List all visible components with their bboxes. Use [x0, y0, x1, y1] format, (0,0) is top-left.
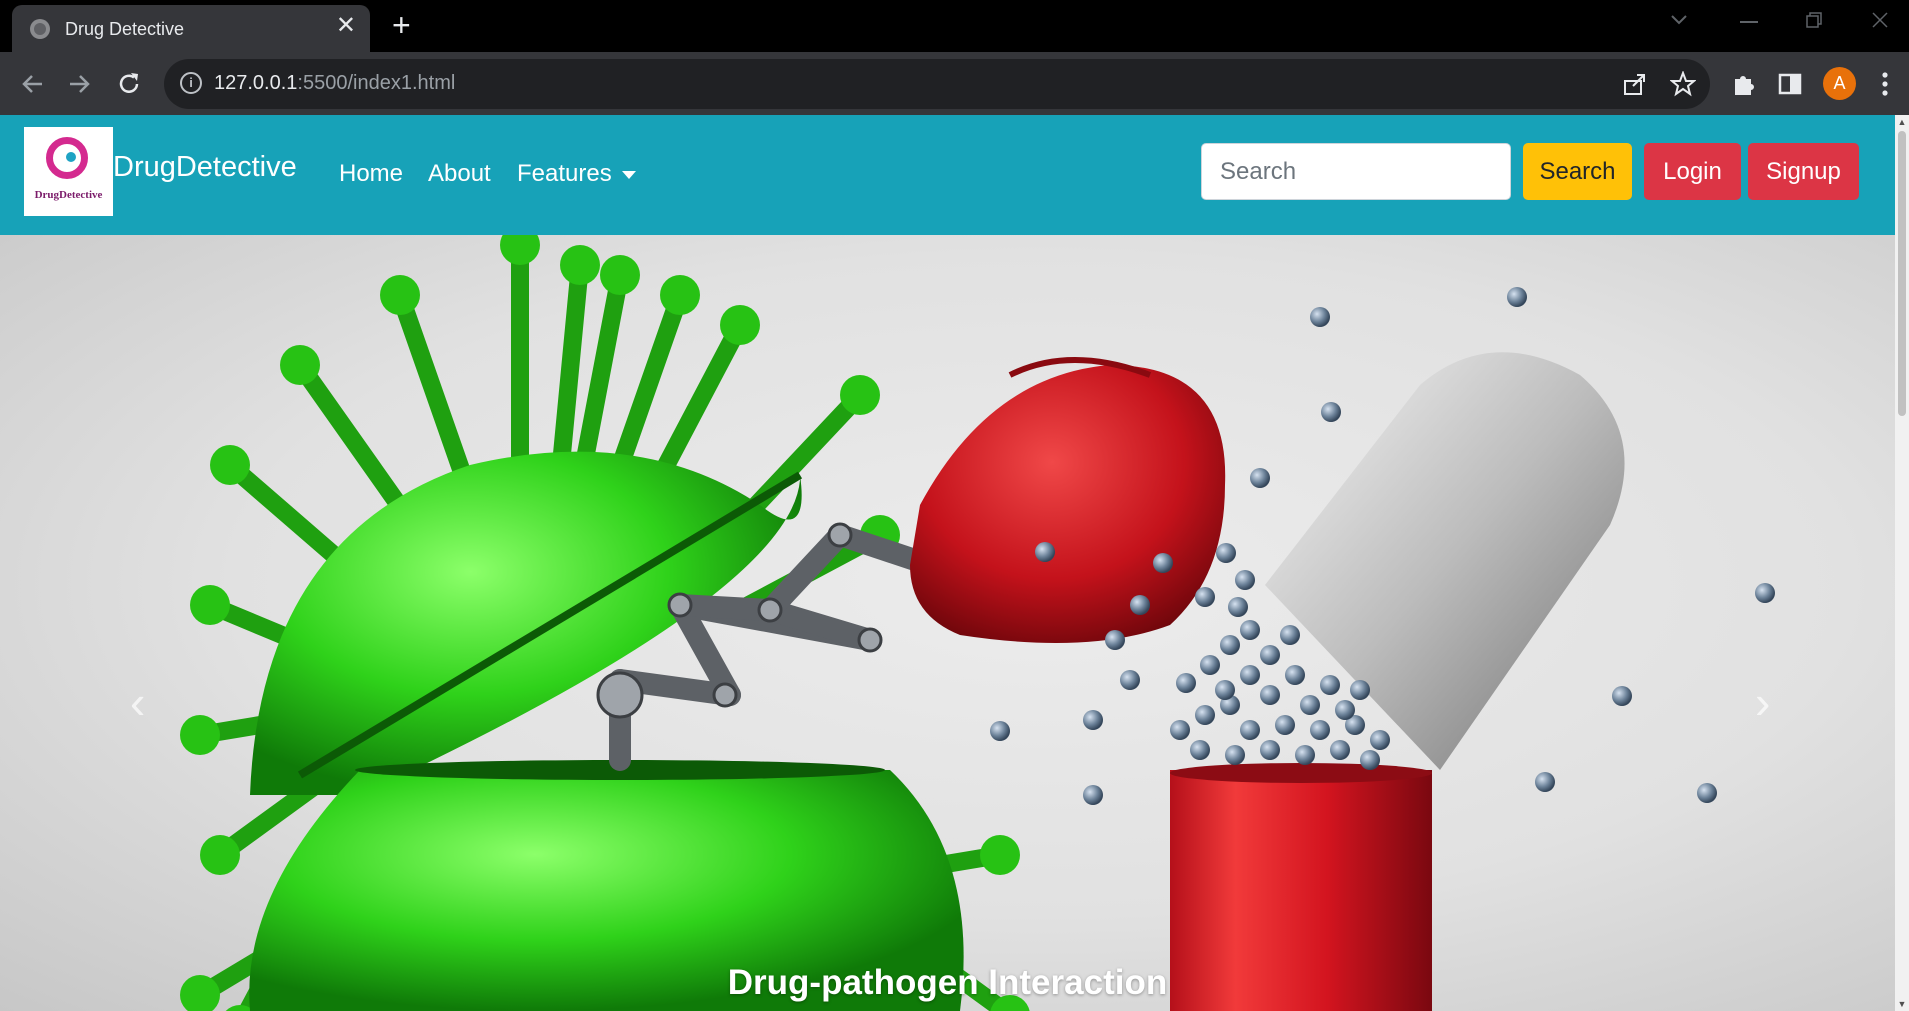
login-button[interactable]: Login	[1644, 143, 1741, 200]
page-scrollbar[interactable]: ▲ ▼	[1895, 115, 1909, 1011]
hero-carousel: ‹ › Drug-pathogen Interaction	[0, 235, 1895, 1011]
scroll-thumb[interactable]	[1898, 131, 1906, 416]
brand-name[interactable]: DrugDetective	[113, 151, 297, 184]
brand-logo[interactable]: DrugDetective	[24, 127, 113, 216]
reload-icon[interactable]	[116, 71, 142, 97]
capsule	[1170, 352, 1625, 1011]
nav-features-dropdown[interactable]: Features	[517, 160, 636, 188]
search-input[interactable]	[1201, 143, 1511, 200]
signup-button[interactable]: Signup	[1748, 143, 1859, 200]
url-path: :5500/index1.html	[297, 72, 456, 94]
close-window-icon[interactable]	[1872, 12, 1888, 28]
boxing-glove	[910, 365, 1226, 643]
globe-icon	[30, 19, 50, 39]
forward-icon[interactable]	[68, 72, 92, 96]
hero-image	[180, 235, 1775, 1011]
tab-title: Drug Detective	[65, 19, 185, 39]
chevron-left-icon: ‹	[130, 676, 146, 728]
url-host: 127.0.0.1	[214, 72, 298, 94]
profile-avatar[interactable]: A	[1823, 67, 1856, 100]
site-navbar: DrugDetective DrugDetective Home About F…	[0, 115, 1895, 235]
side-panel-icon[interactable]	[1778, 72, 1802, 96]
logo-text: DrugDetective	[34, 189, 103, 201]
nav-about[interactable]: About	[428, 160, 491, 188]
carousel-caption: Drug-pathogen Interaction	[727, 963, 1168, 1002]
back-icon[interactable]	[20, 72, 44, 96]
carousel-next[interactable]: ›	[1635, 235, 1895, 1011]
nav-home[interactable]: Home	[339, 160, 403, 188]
browser-toolbar: i 127.0.0.1:5500/index1.html A	[0, 52, 1909, 115]
address-bar[interactable]: i 127.0.0.1:5500/index1.html	[164, 59, 1710, 109]
new-tab-icon[interactable]: +	[392, 9, 411, 41]
extensions-icon[interactable]	[1731, 71, 1757, 97]
scroll-down-icon[interactable]: ▼	[1895, 999, 1909, 1009]
carousel-prev[interactable]: ‹	[0, 235, 260, 1011]
nav-features-label: Features	[517, 160, 612, 187]
site-info-icon[interactable]: i	[180, 72, 202, 94]
logo-q-icon	[46, 137, 88, 179]
bookmark-star-icon[interactable]	[1670, 71, 1696, 97]
browser-tab-strip: Drug Detective ✕ +	[0, 0, 1909, 52]
tab-close-icon[interactable]: ✕	[336, 14, 356, 38]
browser-tab[interactable]: Drug Detective ✕	[12, 5, 370, 52]
url-text[interactable]: 127.0.0.1:5500/index1.html	[214, 72, 455, 95]
share-icon[interactable]	[1623, 72, 1649, 96]
menu-kebab-icon[interactable]	[1880, 70, 1890, 98]
chevron-right-icon: ›	[1755, 676, 1771, 728]
search-button[interactable]: Search	[1523, 143, 1632, 200]
minimize-icon[interactable]	[1740, 20, 1758, 24]
scroll-up-icon[interactable]: ▲	[1895, 117, 1909, 127]
chevron-down-icon	[621, 170, 636, 179]
restore-icon[interactable]	[1806, 12, 1822, 28]
tab-search-icon[interactable]	[1670, 14, 1688, 26]
